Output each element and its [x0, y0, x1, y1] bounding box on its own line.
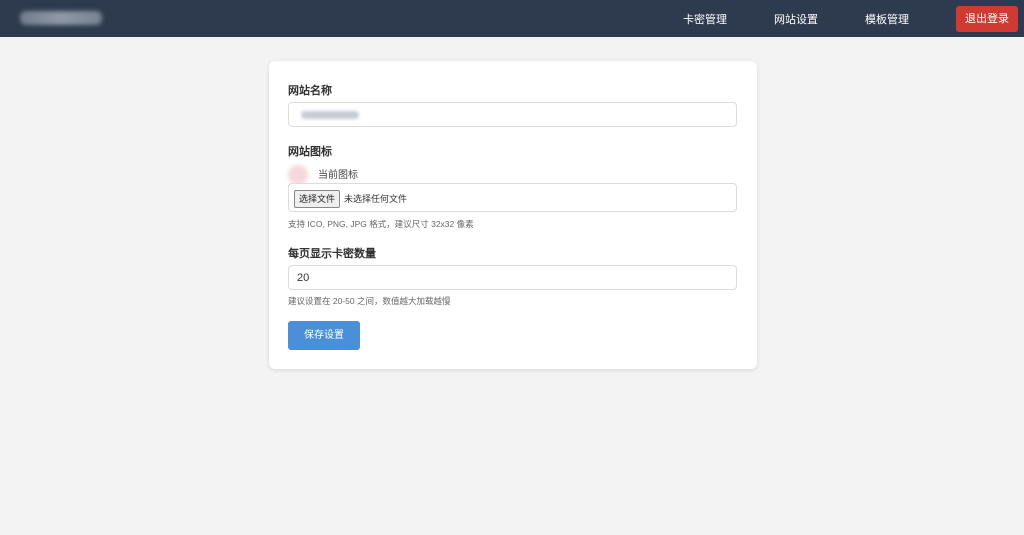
per-page-label: 每页显示卡密数量 [288, 248, 376, 260]
nav-links: 卡密管理 网站设置 模板管理 退出登录 [683, 0, 1024, 37]
site-icon-file-input[interactable]: 选择文件 未选择任何文件 [288, 183, 737, 212]
site-logo[interactable] [20, 11, 102, 25]
choose-file-button[interactable]: 选择文件 [294, 190, 341, 208]
site-icon-label: 网站图标 [288, 146, 332, 158]
nav-item-card-management[interactable]: 卡密管理 [683, 11, 727, 27]
settings-card: 网站名称 网站图标 当前图标 选择文件 未选择任何文件 支持 ICO, PNG,… [269, 61, 757, 369]
site-name-value [301, 111, 359, 119]
per-page-value: 20 [297, 272, 310, 284]
per-page-hint: 建议设置在 20-50 之间，数值越大加载越慢 [288, 296, 451, 306]
current-icon-preview [288, 165, 308, 185]
current-icon-label: 当前图标 [318, 170, 358, 181]
nav-item-site-settings[interactable]: 网站设置 [774, 11, 818, 27]
top-navbar: 卡密管理 网站设置 模板管理 退出登录 [0, 0, 1024, 37]
per-page-input[interactable]: 20 [288, 265, 737, 290]
file-status-text: 未选择任何文件 [344, 194, 408, 204]
site-name-label: 网站名称 [288, 85, 332, 97]
save-settings-button[interactable]: 保存设置 [288, 321, 360, 350]
nav-item-template-management[interactable]: 模板管理 [865, 11, 909, 27]
site-name-input[interactable] [288, 102, 737, 127]
site-icon-hint: 支持 ICO, PNG, JPG 格式，建议尺寸 32x32 像素 [288, 219, 474, 229]
logout-button[interactable]: 退出登录 [956, 5, 1018, 32]
